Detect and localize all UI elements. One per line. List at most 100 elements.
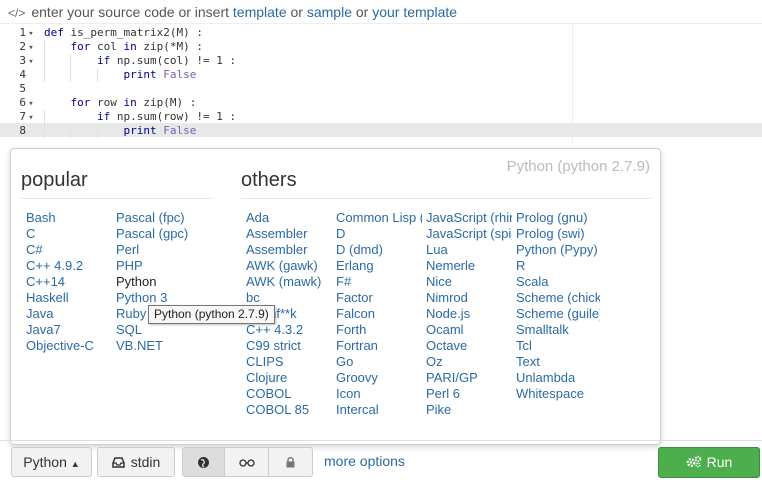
language-option[interactable]: Pascal (gpc) — [116, 226, 206, 242]
more-options-link[interactable]: more options — [324, 453, 405, 469]
language-option[interactable]: Pascal (fpc) — [116, 210, 206, 226]
language-option[interactable]: Oz — [426, 354, 512, 370]
language-option[interactable]: CLIPS — [246, 354, 332, 370]
language-option[interactable]: Bash — [26, 210, 112, 226]
language-option[interactable]: Factor — [336, 290, 422, 306]
language-option[interactable]: Prolog (swi) — [516, 226, 600, 242]
code-line[interactable]: if np.sum(col) != 1 : — [44, 54, 236, 67]
language-option[interactable]: Erlang — [336, 258, 422, 274]
code-line[interactable]: def is_perm_matrix2(M) : — [44, 26, 203, 39]
language-option[interactable]: Perl — [116, 242, 206, 258]
language-option[interactable]: Prolog (gnu) — [516, 210, 600, 226]
your-template-link[interactable]: your template — [372, 4, 457, 20]
fold-arrow-icon[interactable]: ▾ — [26, 43, 36, 53]
language-option[interactable]: Scala — [516, 274, 600, 290]
language-option[interactable]: Java — [26, 306, 112, 322]
language-option[interactable]: D (dmd) — [336, 242, 422, 258]
language-option[interactable]: JavaScript (rhino) — [426, 210, 512, 226]
code-line[interactable]: for col in zip(*M) : — [44, 40, 204, 53]
popular-divider — [21, 198, 213, 199]
language-option[interactable]: AWK (gawk) — [246, 258, 332, 274]
public-visibility-button[interactable] — [182, 447, 225, 477]
language-option[interactable]: bc — [246, 290, 332, 306]
language-option[interactable]: F# — [336, 274, 422, 290]
language-option[interactable]: Forth — [336, 322, 422, 338]
language-option[interactable]: Ada — [246, 210, 332, 226]
fold-arrow-icon[interactable]: ▾ — [26, 29, 36, 39]
gears-icon — [686, 449, 702, 478]
language-option[interactable]: VB.NET — [116, 338, 206, 354]
language-option[interactable]: SQL — [116, 322, 206, 338]
line-number-text: 8 — [19, 124, 26, 137]
inbox-icon — [111, 449, 125, 477]
language-option[interactable]: Octave — [426, 338, 512, 354]
language-option[interactable]: Assembler — [246, 242, 332, 258]
language-option[interactable]: Scheme (chicken) — [516, 290, 600, 306]
language-option[interactable]: Falcon — [336, 306, 422, 322]
language-option[interactable]: Intercal — [336, 402, 422, 418]
language-option[interactable]: C++ 4.9.2 — [26, 258, 112, 274]
code-line[interactable]: print False — [44, 68, 196, 81]
language-option[interactable]: COBOL — [246, 386, 332, 402]
language-option[interactable]: Haskell — [26, 290, 112, 306]
code-line[interactable]: for row in zip(M) : — [44, 96, 197, 109]
language-option[interactable]: Unlambda — [516, 370, 600, 386]
language-option[interactable]: Text — [516, 354, 600, 370]
fold-arrow-icon[interactable]: ▾ — [26, 99, 36, 109]
language-option[interactable]: Objective-C — [26, 338, 112, 354]
language-option[interactable]: Ocaml — [426, 322, 512, 338]
language-option[interactable]: AWK (mawk) — [246, 274, 332, 290]
language-option[interactable]: Python 3 — [116, 290, 206, 306]
language-option[interactable]: Common Lisp (clisp) — [336, 210, 422, 226]
language-option[interactable]: Perl 6 — [426, 386, 512, 402]
language-option[interactable]: C99 strict — [246, 338, 332, 354]
language-option[interactable]: Nemerle — [426, 258, 512, 274]
language-option[interactable]: Lua — [426, 242, 512, 258]
language-option[interactable]: Whitespace — [516, 386, 600, 402]
fold-arrow-icon[interactable]: ▾ — [26, 57, 36, 67]
language-option[interactable]: Nice — [426, 274, 512, 290]
fold-arrow-icon[interactable]: ▾ — [26, 113, 36, 123]
hidden-visibility-button[interactable] — [224, 447, 269, 477]
code-icon: </> — [8, 6, 26, 20]
language-option[interactable]: Nimrod — [426, 290, 512, 306]
sample-link[interactable]: sample — [307, 4, 352, 20]
language-option[interactable]: C# — [26, 242, 112, 258]
language-select-button[interactable]: Python ▲ — [11, 447, 92, 477]
line-number: 2 ▾ — [0, 40, 42, 53]
language-option[interactable]: Node.js — [426, 306, 512, 322]
language-option[interactable]: Scheme (guile) — [516, 306, 600, 322]
language-option[interactable]: D — [336, 226, 422, 242]
popular-heading: popular — [21, 169, 88, 191]
code-line[interactable]: print False — [44, 124, 196, 137]
language-option[interactable]: JavaScript (spidermonkey) — [426, 226, 512, 242]
language-option[interactable]: Tcl — [516, 338, 600, 354]
language-option[interactable]: Go — [336, 354, 422, 370]
stdin-button[interactable]: stdin — [97, 447, 175, 477]
language-option[interactable]: Java7 — [26, 322, 112, 338]
template-link[interactable]: template — [233, 4, 287, 20]
language-option[interactable]: Clojure — [246, 370, 332, 386]
line-number: 4 — [0, 68, 42, 81]
language-option[interactable]: C++ 4.3.2 — [246, 322, 332, 338]
language-option[interactable]: PHP — [116, 258, 206, 274]
language-option[interactable]: Assembler — [246, 226, 332, 242]
language-option[interactable]: R — [516, 258, 600, 274]
language-option[interactable]: Pike — [426, 402, 512, 418]
code-editor[interactable]: 1 ▾ def is_perm_matrix2(M) :2 ▾ for col in … — [0, 24, 762, 144]
language-option[interactable]: C — [26, 226, 112, 242]
line-number: 3 ▾ — [0, 54, 42, 67]
language-option[interactable]: C++14 — [26, 274, 112, 290]
language-option[interactable]: COBOL 85 — [246, 402, 332, 418]
language-option[interactable]: Python (Pypy) — [516, 242, 600, 258]
hint-text: enter your source code or insert — [31, 4, 230, 20]
code-line[interactable]: if np.sum(row) != 1 : — [44, 110, 236, 123]
language-option[interactable]: Smalltalk — [516, 322, 600, 338]
language-option[interactable]: Python — [116, 274, 206, 290]
language-option[interactable]: Icon — [336, 386, 422, 402]
language-option[interactable]: PARI/GP — [426, 370, 512, 386]
private-visibility-button[interactable] — [268, 447, 313, 477]
language-option[interactable]: Fortran — [336, 338, 422, 354]
language-option[interactable]: Groovy — [336, 370, 422, 386]
run-button[interactable]: Run — [658, 447, 760, 478]
